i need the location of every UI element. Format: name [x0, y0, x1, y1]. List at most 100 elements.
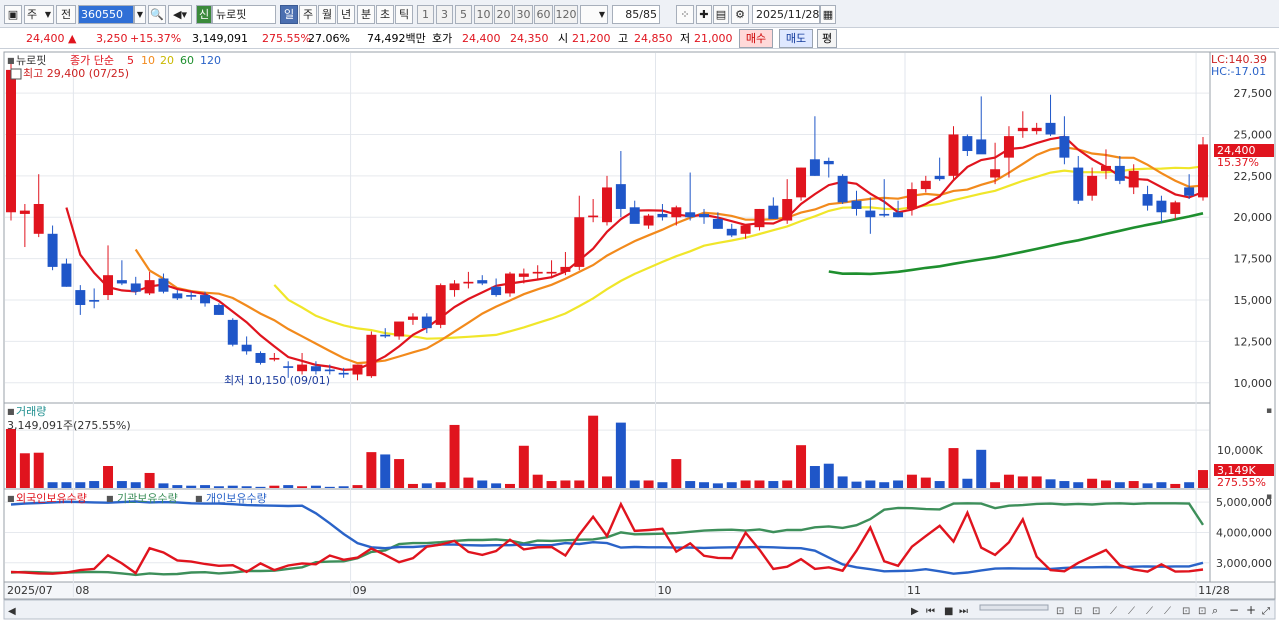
ma-label: 종가 단순 — [70, 54, 114, 67]
fit-icon[interactable]: ⤢ — [1262, 606, 1270, 617]
volume-bar — [75, 482, 86, 488]
volume-bar — [615, 422, 626, 488]
scroll-left-icon[interactable]: ◀ — [8, 606, 16, 617]
interval-10[interactable]: 10 — [474, 5, 493, 24]
scroll-bar[interactable] — [3, 599, 1276, 620]
tool-icon[interactable]: ⊡ — [1074, 606, 1082, 617]
minus-icon[interactable]: − — [1229, 603, 1239, 617]
scroll-thumb[interactable] — [979, 604, 1049, 611]
volume-bar — [920, 477, 931, 488]
pane-close-icon[interactable]: ▪ — [1266, 492, 1272, 502]
period-year[interactable]: 년 — [337, 5, 355, 24]
legend-foreign: 외국인보유수량 — [16, 492, 87, 505]
price-change-pct: +15.37% — [130, 32, 182, 45]
period-second[interactable]: 초 — [376, 5, 394, 24]
interval-input[interactable]: ▼ — [580, 5, 608, 24]
candle-body — [865, 210, 876, 218]
tool-icon[interactable]: ⊡ — [1092, 606, 1100, 617]
stop-icon[interactable]: ■ — [944, 606, 953, 617]
period-day[interactable]: 일 — [280, 5, 298, 24]
candle-body — [241, 344, 252, 352]
volume-bar — [768, 481, 779, 488]
interval-1[interactable]: 1 — [417, 5, 434, 24]
candle-body — [130, 283, 141, 292]
calendar-icon[interactable]: ▦ — [820, 5, 836, 24]
volume-bar — [394, 459, 405, 488]
interval-120[interactable]: 120 — [554, 5, 578, 24]
save-icon[interactable]: ▤ — [713, 5, 729, 24]
last-icon[interactable]: ⏭ — [959, 606, 968, 617]
candle-body — [754, 208, 765, 228]
zoom-icon[interactable]: ⌕ — [1212, 604, 1218, 617]
candle-body — [283, 366, 294, 368]
period-tick[interactable]: 틱 — [395, 5, 413, 24]
draw-line-icon[interactable]: ⟋ — [1164, 606, 1171, 617]
interval-60[interactable]: 60 — [534, 5, 553, 24]
tool-icon[interactable]: ⊡ — [1198, 606, 1206, 617]
candle — [213, 303, 224, 315]
legend-ma5: 5 — [127, 54, 134, 67]
volume-bar — [948, 448, 959, 488]
chart-svg: 10,000 12,500 15,000 17,500 20,000 22,500 25,0… — [3, 51, 1276, 620]
draw-line-icon[interactable]: ⟋ — [1146, 606, 1153, 617]
interval-30[interactable]: 30 — [514, 5, 533, 24]
mode-select[interactable]: 주 ▼ — [24, 5, 54, 24]
volume-bar — [893, 480, 904, 488]
buy-button[interactable]: 매수 — [739, 29, 773, 48]
first-icon[interactable]: ⏮ — [926, 606, 935, 617]
candle-body — [837, 175, 848, 203]
sell-button[interactable]: 매도 — [779, 29, 813, 48]
candle-body — [1031, 127, 1042, 132]
period-minute[interactable]: 분 — [357, 5, 375, 24]
period-month[interactable]: 월 — [318, 5, 336, 24]
prev-button[interactable]: 전 — [56, 5, 76, 24]
draw-line-icon[interactable]: ⟋ — [1110, 606, 1117, 617]
gear-icon[interactable]: ⚙ — [731, 5, 749, 24]
draw-line-icon[interactable]: ⟋ — [1128, 606, 1135, 617]
candle-body — [962, 136, 973, 152]
scroll-right-icon[interactable]: ▶ — [911, 606, 919, 617]
volume-bar — [643, 480, 654, 488]
date-field[interactable]: 2025/11/28 — [752, 5, 820, 24]
candle-body — [906, 189, 917, 209]
chevron-down-icon: ▼ — [44, 10, 51, 19]
period-week[interactable]: 주 — [299, 5, 317, 24]
interval-3[interactable]: 3 — [436, 5, 453, 24]
candle-body — [602, 187, 612, 223]
volume-bar — [6, 428, 16, 488]
plus-icon[interactable]: + — [1246, 603, 1256, 617]
code-dropdown-icon[interactable]: ▼ — [134, 5, 146, 24]
interval-5[interactable]: 5 — [455, 5, 472, 24]
count-total: /85 — [639, 8, 657, 21]
pane-close-icon[interactable]: ▪ — [1266, 406, 1272, 416]
tool-icon[interactable]: ⊡ — [1056, 606, 1064, 617]
volume-bar — [130, 482, 141, 488]
stock-name-field[interactable]: 뉴로핏 — [212, 5, 276, 24]
volume-bar — [61, 482, 72, 488]
high-price: 24,850 — [634, 32, 673, 45]
volume-bar — [33, 452, 44, 488]
holding-tick-label: 3,000,000 — [1216, 557, 1272, 570]
volume-bar — [699, 482, 710, 488]
volume-bar — [491, 483, 502, 488]
link-icon[interactable]: ⁘ — [676, 5, 694, 24]
eval-button[interactable]: 평 — [817, 29, 837, 48]
calc-icon[interactable] — [10, 68, 22, 80]
candle — [435, 283, 446, 329]
tool-icon[interactable]: ⊡ — [1182, 606, 1190, 617]
candle-body — [948, 134, 959, 176]
legend-institution: 기관보유수량 — [117, 492, 178, 505]
speaker-icon[interactable]: ◀▾ — [168, 5, 192, 24]
candle-body — [324, 369, 335, 372]
candle-body — [144, 280, 155, 294]
stock-code-input[interactable]: 360550 — [78, 5, 134, 24]
search-icon[interactable]: 🔍 — [148, 5, 166, 24]
candle-body — [103, 275, 114, 296]
count-field[interactable]: 85/85 — [612, 5, 660, 24]
crosshair-icon[interactable]: ✚ — [696, 5, 712, 24]
window-menu-icon[interactable]: ▣ — [4, 5, 22, 24]
volume-bar — [1184, 482, 1195, 488]
candle-body — [1184, 187, 1195, 196]
volume-bar — [906, 474, 917, 488]
interval-20[interactable]: 20 — [494, 5, 513, 24]
